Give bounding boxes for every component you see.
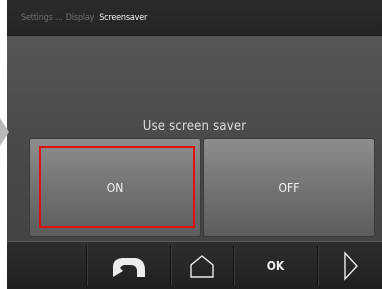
bottom-navigation-bar: OK — [7, 241, 382, 289]
on-button[interactable]: ON — [29, 138, 201, 237]
breadcrumb: Settings ... Display Screensaver — [7, 0, 382, 36]
settings-panel: Use screen saver ON OFF — [7, 36, 382, 241]
back-arrow-icon — [112, 258, 145, 277]
home-icon — [190, 255, 214, 278]
breadcrumb-display[interactable]: Display — [66, 13, 95, 23]
home-button[interactable] — [171, 242, 233, 289]
setting-label: Use screen saver — [142, 119, 247, 134]
back-button[interactable] — [87, 242, 170, 289]
off-button[interactable]: OFF — [203, 138, 375, 237]
off-label: OFF — [278, 180, 300, 195]
ok-button[interactable]: OK — [234, 242, 317, 289]
breadcrumb-screensaver: Screensaver — [99, 12, 148, 23]
breadcrumb-settings[interactable]: Settings — [21, 13, 53, 23]
next-button[interactable] — [318, 242, 382, 289]
next-arrow-icon — [344, 251, 358, 281]
side-tab-arrow — [0, 118, 9, 146]
ok-label: OK — [266, 259, 285, 273]
device-screen: Settings ... Display Screensaver Use scr… — [7, 0, 382, 289]
breadcrumb-separator: ... — [55, 12, 63, 23]
focus-indicator — [39, 146, 195, 228]
